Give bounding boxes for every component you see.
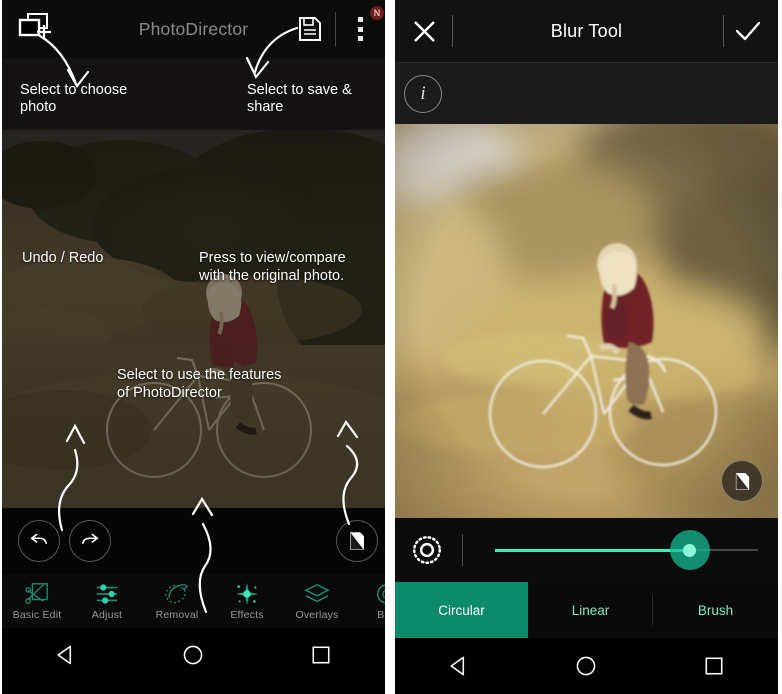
tab-brush[interactable]: Brush: [653, 582, 778, 638]
right-android-navbar: [395, 638, 778, 694]
undo-arrow-icon: [30, 533, 48, 544]
right-info-bar: i: [395, 62, 778, 124]
appbar-divider: [335, 12, 336, 46]
right-photo-canvas[interactable]: [395, 124, 778, 518]
rail-label: Removal: [155, 609, 199, 621]
home-circle-icon[interactable]: [563, 648, 609, 684]
compare-page-icon: [735, 472, 749, 490]
rail-label: Overlays: [295, 609, 339, 621]
hint-choose-photo: Select to choose photo: [20, 82, 128, 115]
recents-square-icon[interactable]: [298, 637, 344, 673]
check-icon[interactable]: [734, 19, 762, 44]
blur-mode-tabs: Circular Linear Brush: [395, 582, 778, 638]
left-control-strip: [2, 508, 385, 574]
hint-compare: Press to view/compare with the original …: [199, 250, 346, 284]
tab-label: Brush: [697, 602, 734, 618]
home-circle-icon[interactable]: [170, 637, 216, 673]
sparkle-effects-icon: [234, 581, 260, 607]
recents-square-icon[interactable]: [691, 648, 737, 684]
compare-page-icon: [350, 532, 364, 550]
tab-circular[interactable]: Circular: [395, 582, 528, 638]
left-app-bar: PhotoDirector N: [2, 0, 385, 58]
left-hint-band: Select to choose photo Select to save & …: [2, 58, 385, 130]
blur-strength-slider[interactable]: [495, 530, 758, 570]
screenshot-stage: PhotoDirector N Select to choose photo S…: [0, 0, 782, 694]
rail-label: Basic Edit: [12, 609, 62, 621]
blur-slider-bar: [395, 518, 778, 582]
appbar-divider-left: [452, 15, 453, 47]
rail-item-overlays[interactable]: Overlays: [282, 574, 352, 628]
hint-save-share: Select to save & share: [247, 82, 352, 115]
feature-rail: Basic Edit Adjust Removal Effects Overla…: [2, 574, 385, 628]
left-phone-screen: PhotoDirector N Select to choose photo S…: [2, 0, 385, 694]
rail-label: Blur: [377, 609, 385, 621]
redo-arrow-icon: [81, 533, 99, 544]
tab-linear[interactable]: Linear: [528, 582, 653, 638]
overflow-menu-icon[interactable]: [357, 17, 363, 41]
hint-features: Select to use the features of PhotoDirec…: [117, 367, 282, 401]
photo-dark-veil: [2, 130, 385, 508]
hint-undo-redo: Undo / Redo: [22, 250, 104, 266]
removal-lasso-icon: [164, 581, 190, 607]
tool-title: Blur Tool: [550, 20, 623, 41]
add-photo-icon[interactable]: [18, 12, 52, 44]
circular-dotted-icon[interactable]: [409, 532, 445, 568]
rail-item-adjust[interactable]: Adjust: [72, 574, 142, 628]
back-triangle-icon[interactable]: [43, 637, 89, 673]
rail-item-removal[interactable]: Removal: [142, 574, 212, 628]
rail-item-blur[interactable]: Blur: [352, 574, 385, 628]
layers-icon: [304, 581, 330, 607]
slider-divider: [462, 534, 463, 566]
status-badge: N: [370, 6, 384, 20]
slider-fill: [495, 549, 690, 552]
rail-item-effects[interactable]: Effects: [212, 574, 282, 628]
rail-label: Effects: [230, 609, 264, 621]
page-title: PhotoDirector: [138, 18, 249, 39]
undo-button[interactable]: [18, 520, 60, 562]
left-photo-canvas[interactable]: Undo / Redo Press to view/compare with t…: [2, 130, 385, 508]
save-icon[interactable]: [298, 16, 322, 42]
compare-button[interactable]: [336, 520, 378, 562]
photo-blurred: [395, 124, 778, 518]
right-phone-screen: Blur Tool i Circular Linear Brush: [395, 0, 778, 694]
right-app-bar: Blur Tool: [395, 0, 778, 62]
redo-button[interactable]: [69, 520, 111, 562]
info-button[interactable]: i: [404, 75, 442, 113]
tab-label: Linear: [571, 602, 610, 618]
rail-item-basic-edit[interactable]: Basic Edit: [2, 574, 72, 628]
blur-icon: [374, 581, 385, 607]
rail-label: Adjust: [91, 609, 123, 621]
close-x-icon[interactable]: [412, 19, 437, 44]
left-android-navbar: [2, 628, 385, 682]
sliders-icon: [94, 581, 120, 607]
back-triangle-icon[interactable]: [436, 648, 482, 684]
tab-label: Circular: [438, 602, 485, 618]
scissors-crop-icon: [24, 581, 50, 607]
appbar-divider-right: [723, 15, 724, 47]
compare-button[interactable]: [721, 460, 763, 502]
